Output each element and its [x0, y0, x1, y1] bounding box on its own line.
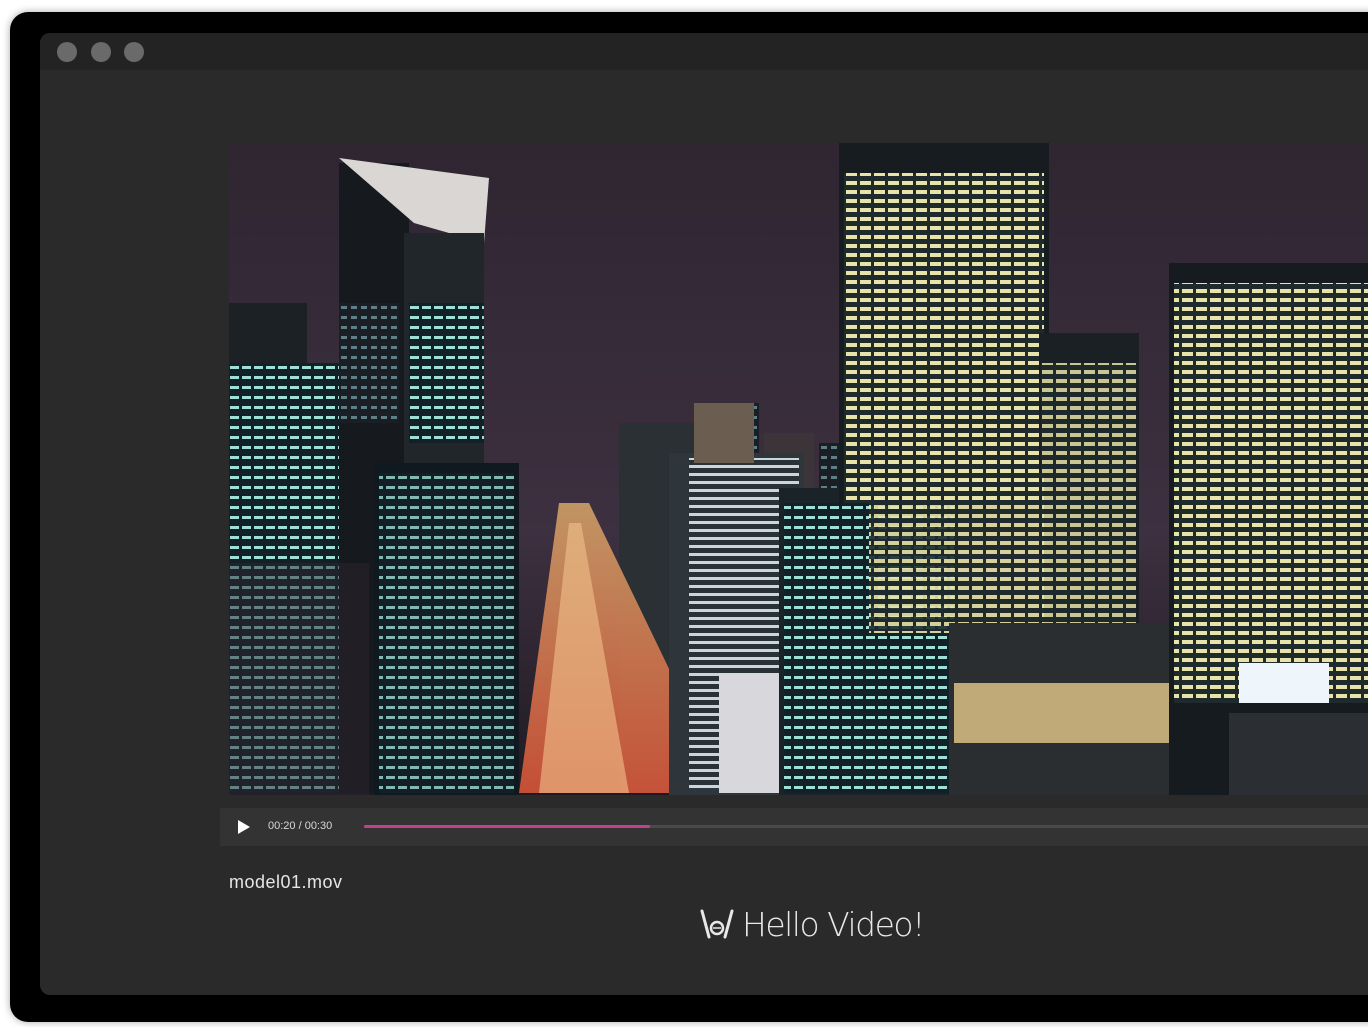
progress-fill	[364, 825, 650, 828]
title-bar	[40, 33, 1368, 70]
brand-name: Hello Video!	[742, 904, 925, 944]
zoom-window-button[interactable]	[124, 42, 144, 62]
video-thumbnail	[229, 143, 1368, 795]
brand: Hello Video!	[700, 901, 925, 947]
time-display: 00:20 / 00:30	[268, 820, 333, 832]
progress-bar[interactable]	[364, 825, 1368, 828]
file-name: model01.mov	[229, 872, 343, 892]
playback-controls: 00:20 / 00:30	[220, 808, 1368, 846]
play-icon	[238, 820, 250, 834]
app-window: 00:20 / 00:30 model01.mov Hello Video!	[40, 33, 1368, 995]
minimize-window-button[interactable]	[91, 42, 111, 62]
close-window-button[interactable]	[57, 42, 77, 62]
hello-video-logo-icon	[700, 909, 734, 939]
play-button[interactable]	[236, 819, 252, 835]
video-player[interactable]	[229, 143, 1368, 795]
